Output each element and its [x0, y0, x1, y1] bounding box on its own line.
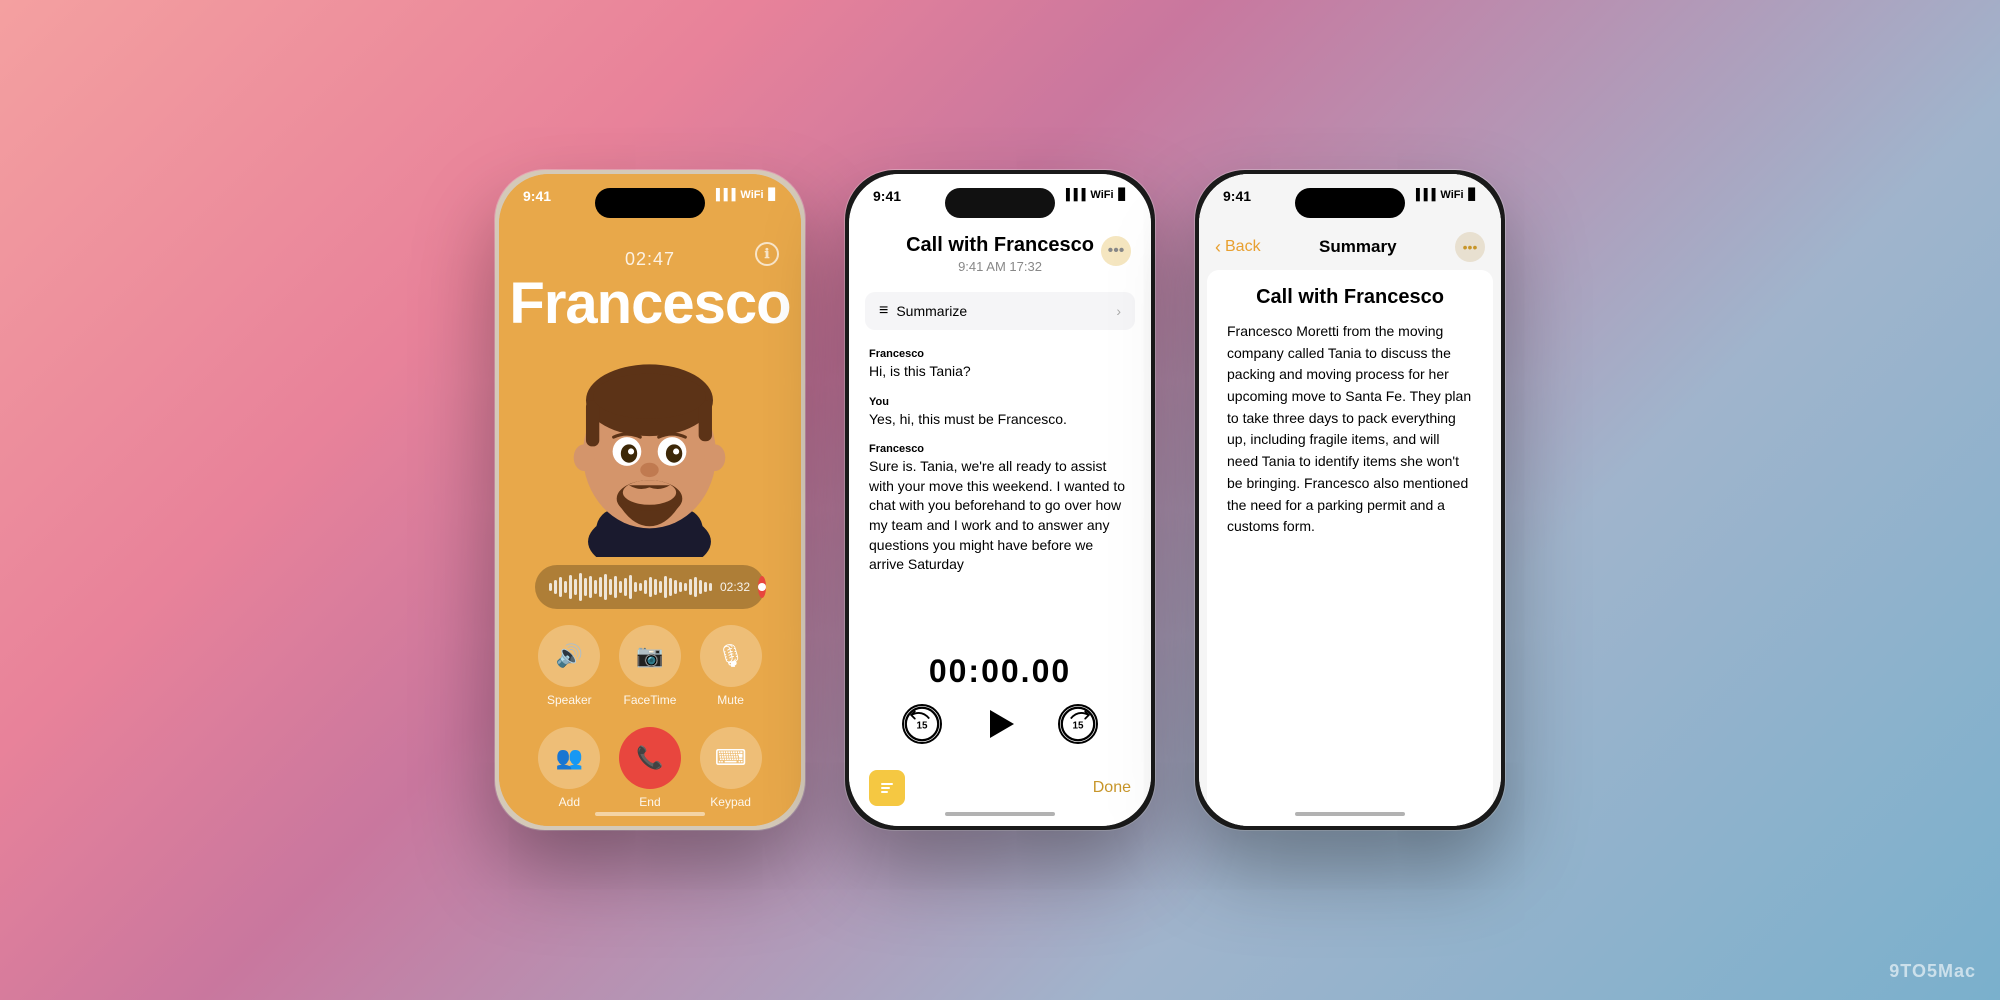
skip-forward-button[interactable]: 15 — [1058, 704, 1098, 744]
wifi-icon-3: WiFi — [1440, 189, 1463, 201]
record-indicator — [758, 576, 766, 598]
dynamic-island-2 — [945, 188, 1055, 218]
phone-1: 9:41 ▐▐▐ WiFi ▊ ℹ 02:47 Francesco — [495, 170, 805, 830]
phone-2: 9:41 ▐▐▐ WiFi ▊ ••• Call with Francesco … — [845, 170, 1155, 830]
phone2-screen: 9:41 ▐▐▐ WiFi ▊ ••• Call with Francesco … — [849, 174, 1151, 826]
summarize-label: Summarize — [896, 303, 967, 319]
speaker-icon: 🔊 — [538, 625, 600, 687]
phone2-status-icons: ▐▐▐ WiFi ▊ — [1062, 188, 1127, 201]
summary-more-button[interactable]: ••• — [1455, 232, 1485, 262]
mute-label: Mute — [717, 693, 744, 707]
add-icon: 👥 — [538, 727, 600, 789]
summary-call-title: Call with Francesco — [1227, 286, 1473, 309]
battery-icon: ▊ — [769, 188, 777, 201]
facetime-button[interactable]: 📷 FaceTime — [619, 625, 681, 707]
phone1-status-icons: ▐▐▐ WiFi ▊ — [712, 188, 777, 201]
done-button[interactable]: Done — [1093, 779, 1131, 797]
back-button[interactable]: ‹ Back — [1215, 237, 1261, 258]
signal-icon-3: ▐▐▐ — [1412, 189, 1435, 201]
speaker-3-label: Francesco — [869, 443, 1131, 455]
speaker-1-label: Francesco — [869, 348, 1131, 360]
recording-title: Call with Francesco — [869, 234, 1131, 257]
play-button[interactable] — [978, 702, 1022, 746]
ellipsis-icon: ••• — [1463, 239, 1478, 255]
speaker-button[interactable]: 🔊 Speaker — [538, 625, 600, 707]
summarize-button[interactable]: ≡ Summarize › — [865, 292, 1135, 330]
phone3-time: 9:41 — [1223, 188, 1251, 204]
facetime-label: FaceTime — [624, 693, 677, 707]
dynamic-island-3 — [1295, 188, 1405, 218]
watermark: 9TO5Mac — [1889, 961, 1976, 982]
avatar-container — [555, 347, 745, 557]
add-button[interactable]: 👥 Add — [538, 727, 600, 809]
summary-body: Call with Francesco Francesco Moretti fr… — [1207, 270, 1493, 826]
keypad-label: Keypad — [710, 795, 751, 809]
home-indicator — [595, 812, 705, 816]
mute-button[interactable]: 🎙 Mute — [700, 625, 762, 707]
keypad-button[interactable]: ⌨ Keypad — [700, 727, 762, 809]
wifi-icon: WiFi — [740, 189, 763, 201]
skip-back-button[interactable]: 15 — [902, 704, 942, 744]
battery-icon-3: ▊ — [1469, 188, 1477, 201]
back-label: Back — [1225, 238, 1261, 256]
chevron-right-icon: › — [1116, 303, 1121, 319]
transcript-2: Yes, hi, this must be Francesco. — [869, 410, 1131, 430]
signal-icon: ▐▐▐ — [712, 189, 735, 201]
speaker-2-label: You — [869, 396, 1131, 408]
notes-app-icon[interactable] — [869, 770, 905, 806]
waveform-bar: 02:32 — [535, 565, 765, 609]
summarize-icon: ≡ — [879, 302, 888, 320]
call-duration: 02:47 — [625, 249, 675, 270]
phone1-time: 9:41 — [523, 188, 551, 204]
chevron-left-icon: ‹ — [1215, 237, 1221, 258]
phone2-footer: Done — [849, 762, 1151, 826]
controls-row-1: 🔊 Speaker 📷 FaceTime 🎙 Mute — [529, 625, 771, 707]
phone3-screen: 9:41 ▐▐▐ WiFi ▊ ‹ Back Summary ••• — [1199, 174, 1501, 826]
home-indicator-3 — [1295, 812, 1405, 816]
playback-time: 00:00.00 — [849, 643, 1151, 694]
signal-icon-2: ▐▐▐ — [1062, 189, 1085, 201]
add-label: Add — [559, 795, 580, 809]
transcript-3: Sure is. Tania, we're all ready to assis… — [869, 457, 1131, 575]
mute-icon: 🎙 — [700, 625, 762, 687]
playback-controls: 15 15 — [849, 694, 1151, 762]
svg-text:15: 15 — [1073, 721, 1084, 732]
phone2-time: 9:41 — [873, 188, 901, 204]
home-indicator-2 — [945, 812, 1055, 816]
keypad-icon: ⌨ — [700, 727, 762, 789]
end-call-button[interactable]: 📞 End — [619, 727, 681, 809]
dynamic-island — [595, 188, 705, 218]
nav-title: Summary — [1319, 237, 1396, 257]
transcript-1: Hi, is this Tania? — [869, 362, 1131, 382]
speaker-label: Speaker — [547, 693, 592, 707]
transcript-area: Francesco Hi, is this Tania? You Yes, hi… — [849, 338, 1151, 643]
caller-name: Francesco — [509, 270, 790, 337]
phone3-status-icons: ▐▐▐ WiFi ▊ — [1412, 188, 1477, 201]
recording-meta: 9:41 AM 17:32 — [869, 259, 1131, 274]
more-options-button[interactable]: ••• — [1101, 236, 1131, 266]
phone-3: 9:41 ▐▐▐ WiFi ▊ ‹ Back Summary ••• — [1195, 170, 1505, 830]
summary-text: Francesco Moretti from the moving compan… — [1227, 321, 1473, 538]
summarize-left: ≡ Summarize — [879, 302, 967, 320]
memoji-avatar — [555, 347, 745, 557]
play-icon — [990, 710, 1014, 738]
call-controls: 🔊 Speaker 📷 FaceTime 🎙 Mute 👥 — [499, 625, 801, 809]
info-button[interactable]: ℹ — [755, 242, 779, 266]
end-call-icon: 📞 — [619, 727, 681, 789]
end-label: End — [639, 795, 660, 809]
waveform-visual — [549, 573, 712, 601]
phone1-screen: 9:41 ▐▐▐ WiFi ▊ ℹ 02:47 Francesco — [499, 174, 801, 826]
facetime-icon: 📷 — [619, 625, 681, 687]
recording-timer: 02:32 — [720, 580, 750, 594]
svg-text:15: 15 — [917, 721, 928, 732]
controls-row-2: 👥 Add 📞 End ⌨ Keypad — [529, 727, 771, 809]
wifi-icon-2: WiFi — [1090, 189, 1113, 201]
battery-icon-2: ▊ — [1119, 188, 1127, 201]
